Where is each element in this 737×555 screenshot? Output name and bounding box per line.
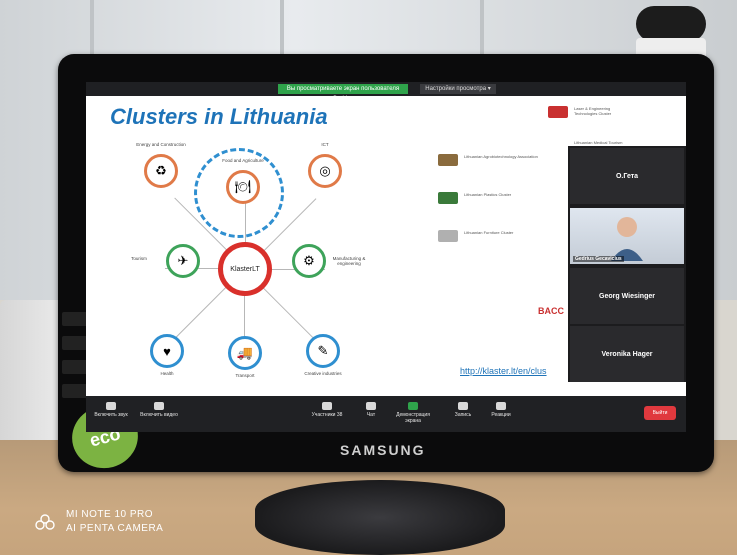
start-video-label: Включить видео [140, 412, 178, 418]
health-node-icon: ♥ [150, 334, 184, 368]
bacc-logo: BACC [538, 306, 564, 316]
node-label: Food and Agriculture [222, 158, 264, 163]
record-label: Запись [454, 412, 472, 418]
share-screen-icon [408, 402, 418, 410]
participants-label: Участники [311, 412, 336, 418]
node-label: ICT [321, 142, 329, 147]
cluster-center-node: KlasterLT [218, 242, 272, 296]
unmute-label: Включить звук [94, 412, 128, 418]
cluster-entry: Lithuanian Plastics Cluster [464, 192, 512, 197]
participant-video-tile[interactable]: Gedrius Gecavicius [570, 208, 684, 264]
cluster-logo [548, 106, 568, 118]
participant-name: O.Гета [615, 172, 639, 180]
person-avatar-icon [611, 217, 643, 261]
node-label: Manufacturing & engineering [332, 256, 366, 266]
webcam [636, 6, 706, 42]
microphone-icon [106, 402, 116, 410]
creative-node-icon: ✎ [306, 334, 340, 368]
camera-model: MI NOTE 10 PRO [66, 509, 154, 520]
node-label: Tourism [131, 256, 147, 261]
participant-tile[interactable]: O.Гета [570, 148, 684, 204]
video-camera-icon [154, 402, 164, 410]
chat-icon [366, 402, 376, 410]
cluster-entry: Lithuanian Furniture Cluster [464, 230, 514, 235]
sticker [62, 336, 88, 350]
participant-name: Georg Wiesinger [599, 292, 655, 300]
record-icon [458, 402, 468, 410]
start-video-button[interactable]: Включить видео [134, 402, 184, 418]
participants-count: 38 [336, 412, 343, 418]
participants-icon [322, 402, 332, 410]
camera-flower-icon [35, 514, 55, 530]
manufacturing-node-icon: ⚙ [292, 244, 326, 278]
reactions-label: Реакции [491, 412, 511, 418]
cluster-logo [438, 154, 458, 166]
view-options-button[interactable]: Настройки просмотра ▾ [420, 84, 496, 94]
sticker [62, 384, 88, 398]
node-label: Transport [235, 373, 255, 378]
transport-node-icon: 🚚 [228, 336, 262, 370]
participant-name: Gedrius Gecavicius [573, 256, 624, 262]
zoom-top-bar: Вы просматриваете экран пользователя Ged… [86, 82, 686, 102]
cluster-logo [438, 192, 458, 204]
participants-panel: O.Гета Gedrius Gecavicius Georg Wiesinge… [568, 146, 686, 382]
cluster-logo [438, 230, 458, 242]
reactions-icon [496, 402, 506, 410]
reactions-button[interactable]: Реакции [476, 402, 526, 418]
energy-node-icon: ♻ [144, 154, 178, 188]
camera-tagline: AI PENTA CAMERA [66, 523, 164, 534]
chat-label: Чат [366, 412, 376, 418]
tourism-node-icon: ✈ [166, 244, 200, 278]
node-label: Energy and Construction [136, 142, 186, 147]
zoom-toolbar: Включить звук Включить видео Участники 3… [86, 396, 686, 432]
photo-scene: SAMSUNG eco Вы просматриваете экран поль… [0, 0, 737, 555]
slide-url-link[interactable]: http://klaster.lt/en/clus [460, 366, 547, 376]
cluster-entry: Laser & Engineering Technologies Cluster [574, 106, 612, 116]
slide-title: Clusters in Lithuania [110, 104, 328, 129]
camera-watermark: MI NOTE 10 PRO AI PENTA CAMERA [66, 508, 163, 536]
share-screen-label: Демонстрация экрана [396, 412, 430, 424]
share-banner: Вы просматриваете экран пользователя Ged… [278, 84, 408, 102]
monitor-screen: Вы просматриваете экран пользователя Ged… [86, 82, 686, 432]
food-node-icon: 🍽 [226, 170, 260, 204]
sticker [62, 312, 88, 326]
share-screen-button[interactable]: Демонстрация экрана [388, 402, 438, 424]
node-label: Creative industries [304, 371, 342, 376]
sticker [62, 360, 88, 374]
monitor-stickers [62, 312, 88, 402]
participant-tile[interactable]: Veronika Hager [570, 326, 684, 382]
participant-tile[interactable]: Georg Wiesinger [570, 268, 684, 324]
participants-button[interactable]: Участники 38 [302, 402, 352, 418]
participant-name: Veronika Hager [601, 350, 653, 358]
unmute-button[interactable]: Включить звук [86, 402, 136, 418]
ict-node-icon: ◎ [308, 154, 342, 188]
monitor-stand [255, 480, 505, 555]
cluster-entry: Lithuanian Agrobiotechnology Association [464, 154, 538, 159]
monitor-brand: SAMSUNG [340, 442, 426, 458]
leave-button[interactable]: Выйти [644, 406, 676, 420]
node-label: Health [160, 371, 174, 376]
